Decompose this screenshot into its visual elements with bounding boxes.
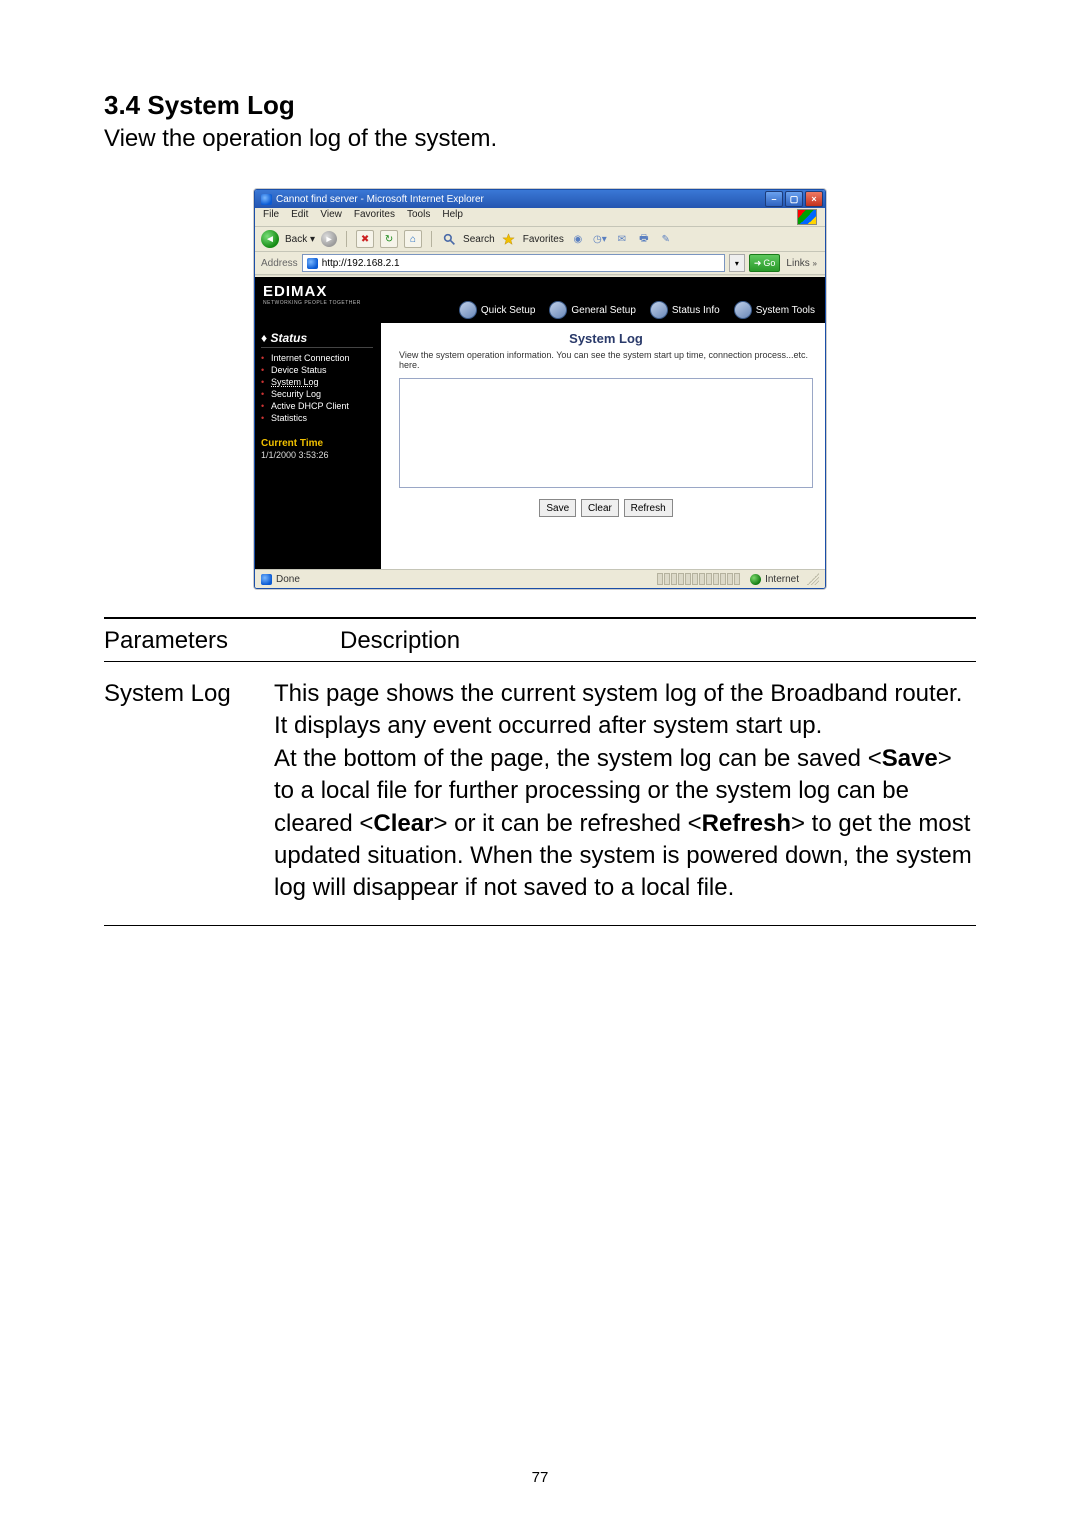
ie-statusbar: Done Internet — [255, 569, 825, 588]
address-dropdown-icon[interactable]: ▾ — [729, 254, 745, 272]
refresh-button[interactable] — [624, 499, 673, 517]
ie-page-icon — [261, 574, 272, 585]
ie-toolbar: ◄ Back ▾ ► ✖ ↻ ⌂ Search Favorites ◉ ◷▾ ✉… — [255, 227, 825, 252]
back-button-icon[interactable]: ◄ — [261, 230, 279, 248]
sidebar-item-security-log[interactable]: Security Log — [261, 388, 373, 400]
toolbar-separator — [346, 231, 347, 247]
tab-general-setup[interactable]: General Setup — [549, 301, 636, 319]
address-input[interactable]: http://192.168.2.1 — [302, 254, 725, 272]
minimize-button[interactable]: – — [765, 191, 783, 207]
table-header-description: Description — [274, 619, 976, 662]
history-icon[interactable]: ◷▾ — [592, 231, 608, 247]
save-button[interactable] — [539, 499, 576, 517]
status-text: Done — [276, 574, 300, 585]
search-icon[interactable] — [441, 231, 457, 247]
internet-zone-icon — [750, 574, 761, 585]
sidebar-heading: ♦ Status — [261, 331, 373, 348]
menu-help[interactable]: Help — [442, 209, 463, 225]
router-header: EDIMAX NETWORKING PEOPLE TOGETHER Quick … — [255, 277, 825, 323]
sidebar-item-statistics[interactable]: Statistics — [261, 412, 373, 424]
ie-address-row: Address http://192.168.2.1 ▾ ➜ Go Links … — [255, 252, 825, 275]
ie-titlebar: Cannot find server - Microsoft Internet … — [255, 190, 825, 208]
menu-tools[interactable]: Tools — [407, 209, 430, 225]
router-sidebar: ♦ Status Internet Connection Device Stat… — [255, 323, 381, 569]
address-label: Address — [261, 258, 298, 269]
brand-name: EDIMAX — [263, 283, 373, 300]
go-button[interactable]: ➜ Go — [749, 254, 781, 272]
sidebar-item-system-log[interactable]: System Log — [261, 376, 373, 388]
search-label[interactable]: Search — [463, 234, 495, 245]
page-number: 77 — [0, 1469, 1080, 1486]
clear-button[interactable] — [581, 499, 619, 517]
menu-favorites[interactable]: Favorites — [354, 209, 395, 225]
ie-page-icon — [261, 194, 272, 205]
windows-flag-icon — [797, 209, 817, 225]
current-time-value: 1/1/2000 3:53:26 — [261, 450, 373, 460]
table-header-parameters: Parameters — [104, 619, 274, 662]
ie-title-text: Cannot find server - Microsoft Internet … — [276, 194, 765, 205]
tab-system-tools[interactable]: System Tools — [734, 301, 815, 319]
status-zone-text: Internet — [765, 574, 799, 585]
router-page: EDIMAX NETWORKING PEOPLE TOGETHER Quick … — [255, 277, 825, 569]
router-content: System Log View the system operation inf… — [381, 323, 825, 569]
content-description: View the system operation information. Y… — [399, 350, 813, 370]
section-subheading: View the operation log of the system. — [104, 125, 976, 153]
table-cell-description: This page shows the current system log o… — [274, 662, 976, 925]
close-button[interactable]: × — [805, 191, 823, 207]
toolbar-separator — [431, 231, 432, 247]
menu-file[interactable]: File — [263, 209, 279, 225]
ie-window: Cannot find server - Microsoft Internet … — [254, 189, 826, 589]
content-title: System Log — [399, 331, 813, 346]
menu-view[interactable]: View — [320, 209, 342, 225]
parameters-table: Parameters Description System Log This p… — [104, 617, 976, 926]
back-button-label[interactable]: Back ▾ — [285, 234, 315, 245]
menu-edit[interactable]: Edit — [291, 209, 308, 225]
mail-icon[interactable]: ✉ — [614, 231, 630, 247]
address-url-text: http://192.168.2.1 — [322, 258, 400, 269]
stop-icon[interactable]: ✖ — [356, 230, 374, 248]
globe-icon — [734, 301, 752, 319]
table-cell-parameter: System Log — [104, 662, 274, 925]
sidebar-item-device-status[interactable]: Device Status — [261, 364, 373, 376]
forward-button[interactable]: ► — [321, 231, 337, 247]
brand-logo: EDIMAX NETWORKING PEOPLE TOGETHER — [255, 277, 381, 323]
media-icon[interactable]: ◉ — [570, 231, 586, 247]
status-zone: Internet — [750, 574, 799, 585]
brand-tagline: NETWORKING PEOPLE TOGETHER — [263, 300, 373, 306]
sidebar-item-internet-connection[interactable]: Internet Connection — [261, 352, 373, 364]
maximize-button[interactable]: ▢ — [785, 191, 803, 207]
tab-status-info[interactable]: Status Info — [650, 301, 720, 319]
globe-icon — [650, 301, 668, 319]
router-tabs: Quick Setup General Setup Status Info Sy… — [381, 277, 825, 323]
home-icon[interactable]: ⌂ — [404, 230, 422, 248]
section-heading: 3.4 System Log — [104, 90, 976, 121]
links-menu[interactable]: Links » — [784, 258, 819, 269]
tab-quick-setup[interactable]: Quick Setup — [459, 301, 535, 319]
ie-page-icon — [307, 258, 318, 269]
favorites-label[interactable]: Favorites — [523, 234, 564, 245]
favorites-star-icon[interactable] — [501, 231, 517, 247]
resize-grip-icon — [807, 573, 819, 585]
ie-menubar: File Edit View Favorites Tools Help — [255, 208, 825, 227]
sidebar-list: Internet Connection Device Status System… — [261, 352, 373, 424]
current-time-label: Current Time — [261, 438, 373, 449]
system-log-textarea[interactable] — [399, 378, 813, 488]
print-icon[interactable]: 🖶 — [636, 231, 652, 247]
status-progress — [657, 573, 740, 585]
refresh-icon[interactable]: ↻ — [380, 230, 398, 248]
content-button-row — [399, 499, 813, 517]
sidebar-item-active-dhcp-client[interactable]: Active DHCP Client — [261, 400, 373, 412]
edit-icon[interactable]: ✎ — [658, 231, 674, 247]
globe-icon — [549, 301, 567, 319]
globe-icon — [459, 301, 477, 319]
